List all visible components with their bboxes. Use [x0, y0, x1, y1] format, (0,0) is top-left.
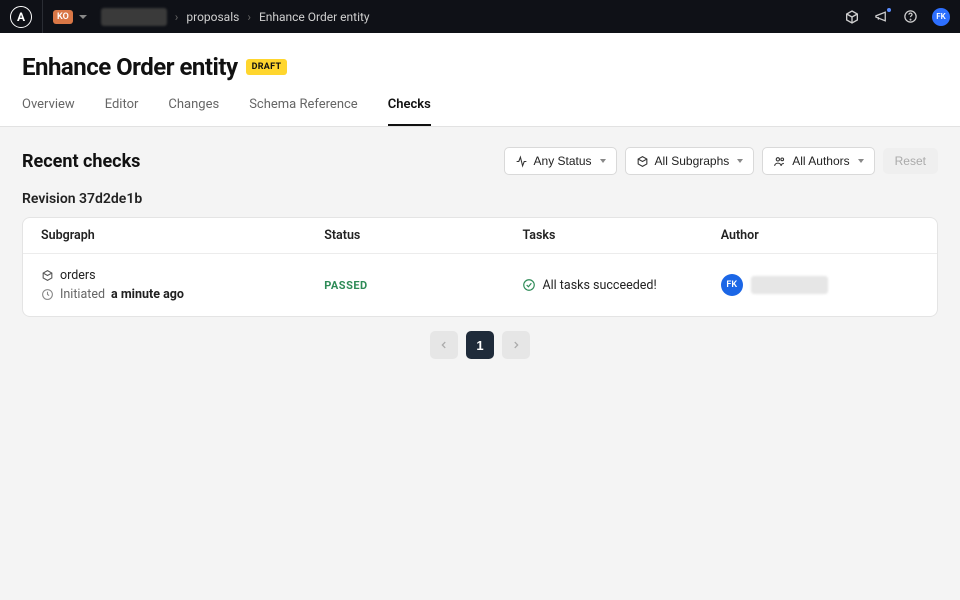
- navbar-divider: [42, 0, 43, 33]
- cube-icon: [41, 269, 54, 282]
- section-title: Recent checks: [22, 151, 140, 172]
- subgraph-name: orders: [60, 268, 96, 283]
- author-avatar: FK: [721, 274, 743, 296]
- check-circle-icon: [522, 278, 536, 292]
- chevron-down-icon: [858, 159, 864, 163]
- content-area: Recent checks Any Status All Subgraphs A…: [0, 127, 960, 379]
- col-author: Author: [721, 228, 919, 243]
- breadcrumb-current: Enhance Order entity: [259, 10, 370, 24]
- brand-logo[interactable]: A: [10, 6, 32, 28]
- col-subgraph: Subgraph: [41, 228, 324, 243]
- tab-changes[interactable]: Changes: [168, 97, 219, 126]
- page-prev: [430, 331, 458, 359]
- tasks-text: All tasks succeeded!: [542, 278, 656, 293]
- help-icon[interactable]: [903, 9, 918, 24]
- status-badge: PASSED: [324, 279, 367, 292]
- announcements-icon[interactable]: [874, 9, 889, 24]
- filter-authors[interactable]: All Authors: [762, 147, 874, 175]
- activity-icon: [515, 155, 528, 168]
- checks-table: Subgraph Status Tasks Author orders Init…: [22, 217, 938, 317]
- table-row[interactable]: orders Initiated a minute ago PASSED All…: [23, 254, 937, 316]
- col-tasks: Tasks: [522, 228, 720, 243]
- author-name: ■■■■■■■■■: [751, 276, 828, 294]
- col-status: Status: [324, 228, 522, 243]
- cube-icon: [636, 155, 649, 168]
- breadcrumb-graph[interactable]: ■■■■■■■■: [101, 8, 167, 26]
- notification-dot: [886, 7, 892, 13]
- chevron-down-icon: [600, 159, 606, 163]
- filter-subgraphs[interactable]: All Subgraphs: [625, 147, 755, 175]
- pagination: 1: [22, 331, 938, 359]
- draft-badge: DRAFT: [246, 59, 288, 75]
- reset-button: Reset: [883, 148, 938, 174]
- page-title: Enhance Order entity: [22, 53, 238, 81]
- chevron-down-icon: [737, 159, 743, 163]
- chevron-down-icon[interactable]: [79, 15, 87, 19]
- page-header: Enhance Order entity DRAFT Overview Edit…: [0, 33, 960, 127]
- tab-schema-reference[interactable]: Schema Reference: [249, 97, 358, 126]
- top-navbar: A KO ■■■■■■■■ › proposals › Enhance Orde…: [0, 0, 960, 33]
- chevron-left-icon: [439, 340, 449, 350]
- tab-editor[interactable]: Editor: [105, 97, 139, 126]
- page-next: [502, 331, 530, 359]
- initiated-time: a minute ago: [111, 287, 184, 302]
- user-avatar[interactable]: FK: [932, 8, 950, 26]
- filter-subgraphs-label: All Subgraphs: [655, 154, 730, 168]
- clock-icon: [41, 288, 54, 301]
- tab-checks[interactable]: Checks: [388, 97, 431, 126]
- revision-label: Revision 37d2de1b: [22, 191, 938, 207]
- org-badge[interactable]: KO: [53, 10, 73, 24]
- breadcrumb-sep: ›: [175, 10, 179, 24]
- breadcrumb-proposals[interactable]: proposals: [186, 10, 239, 24]
- initiated-prefix: Initiated: [60, 287, 105, 302]
- sandbox-icon[interactable]: [844, 9, 860, 25]
- filter-status[interactable]: Any Status: [504, 147, 617, 175]
- users-icon: [773, 155, 786, 168]
- tab-overview[interactable]: Overview: [22, 97, 75, 126]
- breadcrumb-sep: ›: [247, 10, 251, 24]
- chevron-right-icon: [511, 340, 521, 350]
- page-1[interactable]: 1: [466, 331, 494, 359]
- tabs: Overview Editor Changes Schema Reference…: [22, 97, 938, 126]
- filter-authors-label: All Authors: [792, 154, 849, 168]
- filter-status-label: Any Status: [534, 154, 592, 168]
